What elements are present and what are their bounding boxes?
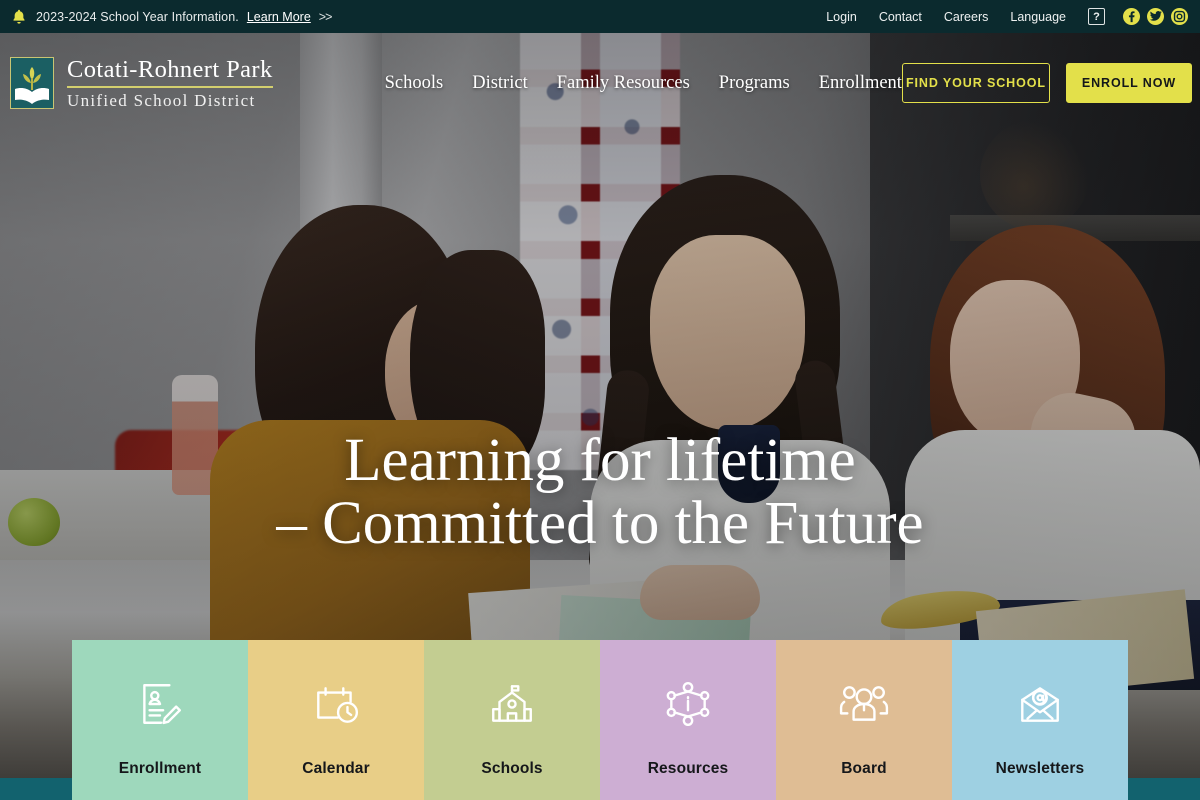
nav-item-schools[interactable]: Schools [385,73,444,94]
utility-link-login[interactable]: Login [826,10,857,24]
quick-link-label: Enrollment [118,760,202,777]
brand-name-line1: Cotati-Rohnert Park [67,55,273,83]
site-header: Cotati-Rohnert Park Unified School Distr… [0,33,1200,133]
enroll-now-button[interactable]: ENROLL NOW [1065,63,1192,103]
utility-link-language[interactable]: Language [1010,10,1066,24]
quick-link-enrollment[interactable]: Enrollment [72,640,248,800]
district-seal-icon [10,57,54,109]
utility-bar: 2023-2024 School Year Information. Learn… [0,0,1200,33]
instagram-icon[interactable] [1171,8,1188,25]
quick-links-row: Enrollment Calendar Schools Resources Bo… [72,640,1128,800]
brand-name-line2: Unified School District [67,90,256,110]
quick-link-schools[interactable]: Schools [424,640,600,800]
learn-more-link[interactable]: Learn More [247,10,311,24]
nav-item-programs[interactable]: Programs [719,73,790,94]
email-envelope-icon [1014,678,1066,730]
nav-item-enrollment[interactable]: Enrollment [819,73,902,94]
schoolhouse-icon [486,678,538,730]
header-actions: FIND YOUR SCHOOL ENROLL NOW [901,63,1192,103]
quick-link-label: Calendar [302,760,370,777]
quick-link-label: Schools [481,760,543,777]
quick-link-board[interactable]: Board [776,640,952,800]
nav-item-district[interactable]: District [472,73,528,94]
utility-link-careers[interactable]: Careers [944,10,988,24]
utility-link-contact[interactable]: Contact [879,10,922,24]
quick-link-calendar[interactable]: Calendar [248,640,424,800]
nav-item-family-resources[interactable]: Family Resources [557,73,690,94]
alert-text: 2023-2024 School Year Information. [36,9,239,24]
social-links [1123,8,1188,25]
quick-link-label: Newsletters [995,760,1085,777]
utility-links: Login Contact Careers Language ? [826,8,1188,25]
help-icon[interactable]: ? [1088,8,1105,25]
quick-link-label: Resources [647,760,729,777]
quick-link-newsletters[interactable]: Newsletters [952,640,1128,800]
quick-link-label: Board [841,760,887,777]
alert-arrows-icon: >> [318,9,333,24]
hero-copy: Learning for lifetime – Committed to the… [0,427,1200,557]
twitter-icon[interactable] [1147,8,1164,25]
brand-divider [67,86,273,88]
hero-title: Learning for lifetime – Committed to the… [0,427,1200,557]
site-logo[interactable]: Cotati-Rohnert Park Unified School Distr… [10,57,273,109]
quick-link-resources[interactable]: Resources [600,640,776,800]
find-your-school-button[interactable]: FIND YOUR SCHOOL [901,63,1050,103]
bell-icon [10,8,28,26]
enrollment-form-icon [134,678,186,730]
calendar-clock-icon [310,678,362,730]
hero-title-line2: – Committed to the Future [276,489,924,557]
info-network-icon [662,678,714,730]
alert-announcement: 2023-2024 School Year Information. Learn… [10,8,333,26]
people-group-icon [838,678,890,730]
main-navigation: Schools District Family Resources Progra… [385,73,902,94]
facebook-icon[interactable] [1123,8,1140,25]
hero-title-line1: Learning for lifetime [344,427,856,494]
